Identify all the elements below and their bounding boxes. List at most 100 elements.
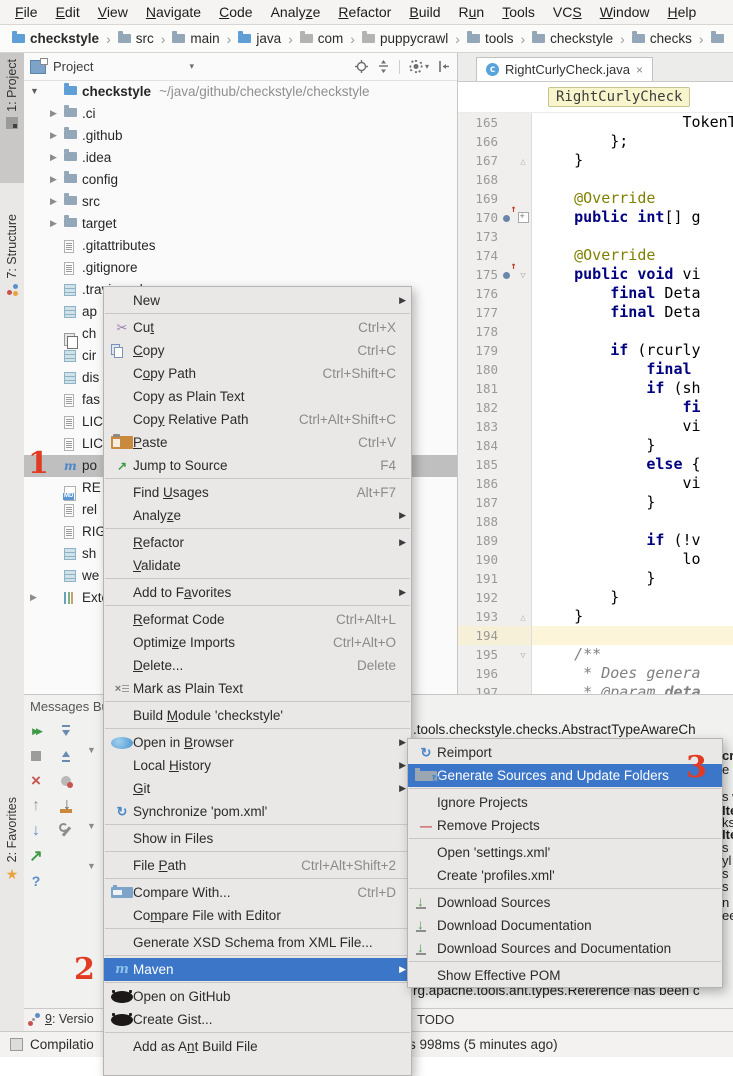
gutter[interactable]: 184 (458, 436, 532, 455)
chevron-collapsed-icon[interactable]: ▶ (50, 152, 57, 163)
gutter[interactable]: 166 (458, 132, 532, 151)
tree-item-gitignore[interactable]: .gitignore (24, 257, 457, 279)
breadcrumb-item-checkstyle[interactable]: checkstyle (532, 31, 632, 47)
tool-tab-structure[interactable]: 7: Structure (0, 208, 24, 350)
menubar-item-edit[interactable]: Edit (47, 4, 89, 20)
rerun-icon[interactable] (28, 723, 44, 739)
collapse-all-icon[interactable] (58, 748, 74, 764)
wrench-icon[interactable] (58, 823, 74, 839)
context-menu-item-optimize-imports[interactable]: Optimize ImportsCtrl+Alt+O (104, 631, 411, 654)
tree-item-src[interactable]: ▶src (24, 191, 457, 213)
context-menu-item-analyze[interactable]: Analyze (104, 504, 411, 527)
chevron-collapsed-icon[interactable]: ▶ (50, 174, 57, 185)
chevron-collapsed-icon[interactable]: ▶ (50, 108, 57, 119)
gutter[interactable]: 197 (458, 683, 532, 694)
tree-item-config[interactable]: ▶config (24, 169, 457, 191)
gutter[interactable]: 165 (458, 113, 532, 132)
gutter[interactable]: 191 (458, 569, 532, 588)
gutter[interactable]: 176 (458, 284, 532, 303)
context-menu-item-compare-file-with-editor[interactable]: Compare File with Editor (104, 904, 411, 927)
breadcrumb-item-puppycrawl[interactable]: puppycrawl (362, 31, 467, 47)
breadcrumb-item-java[interactable]: java (238, 31, 299, 47)
context-menu-item-new[interactable]: New (104, 289, 411, 312)
breadcrumb-item-com[interactable]: com (300, 31, 362, 47)
maven-submenu-item-open-settings-xml[interactable]: Open 'settings.xml' (408, 841, 722, 864)
breadcrumb-item-checkstyle[interactable]: checkstyle (12, 31, 118, 47)
close-icon[interactable] (636, 64, 643, 76)
gutter[interactable]: 187 (458, 493, 532, 512)
context-menu-item-generate-xsd-schema-from-xml-file[interactable]: Generate XSD Schema from XML File... (104, 931, 411, 954)
close-icon[interactable] (28, 773, 44, 789)
down-arrow-icon[interactable] (28, 823, 44, 839)
fold-plus-icon[interactable] (516, 208, 530, 227)
context-menu-item-local-history[interactable]: Local History (104, 754, 411, 777)
context-menu-item-mark-as-plain-text[interactable]: Mark as Plain Text (104, 677, 411, 700)
gutter[interactable]: 196 (458, 664, 532, 683)
chevron-expanded-icon[interactable]: ▼ (30, 86, 39, 96)
tree-item-target[interactable]: ▶target (24, 213, 457, 235)
gutter[interactable]: 174 (458, 246, 532, 265)
context-menu-item-compare-with[interactable]: Compare With...Ctrl+D (104, 881, 411, 904)
breadcrumb-item-tools[interactable]: tools (467, 31, 532, 47)
gutter[interactable]: 190 (458, 550, 532, 569)
context-menu-item-file-path[interactable]: File PathCtrl+Alt+Shift+2 (104, 854, 411, 877)
override-marker-icon[interactable] (498, 265, 516, 284)
fold-down-icon[interactable] (516, 264, 530, 286)
context-menu-item-show-in-files[interactable]: Show in Files (104, 827, 411, 850)
tree-expander-icon[interactable]: ▼ (87, 821, 96, 831)
maven-submenu-item-reimport[interactable]: Reimport (408, 741, 722, 764)
context-menu-item-git[interactable]: Git (104, 777, 411, 800)
context-menu-item-refactor[interactable]: Refactor (104, 531, 411, 554)
chevron-down-icon[interactable]: ▾ (189, 61, 194, 72)
menubar-item-file[interactable]: File (6, 4, 47, 20)
context-menu-item-build-module-checkstyle[interactable]: Build Module 'checkstyle' (104, 704, 411, 727)
menubar-item-analyze[interactable]: Analyze (262, 4, 330, 20)
tool-tab-project[interactable]: 1: Project (0, 53, 24, 183)
gutter[interactable]: 178 (458, 322, 532, 341)
context-menu-item-copy-relative-path[interactable]: Copy Relative PathCtrl+Alt+Shift+C (104, 408, 411, 431)
gutter[interactable]: 192 (458, 588, 532, 607)
maven-submenu-item-generate-sources-and-update-folders[interactable]: Generate Sources and Update Folders (408, 764, 722, 787)
breadcrumb-item-checks[interactable]: checks (632, 31, 711, 47)
stop-icon[interactable] (31, 751, 41, 761)
fold-up-icon[interactable] (516, 606, 530, 628)
context-menu-item-delete[interactable]: Delete...Delete (104, 654, 411, 677)
context-menu-item-add-to-favorites[interactable]: Add to Favorites (104, 581, 411, 604)
tree-item-idea[interactable]: ▶.idea (24, 147, 457, 169)
chevron-collapsed-icon[interactable]: ▶ (50, 130, 57, 141)
fold-down-icon[interactable] (516, 644, 530, 666)
context-menu-item-validate[interactable]: Validate (104, 554, 411, 577)
context-menu-item-create-gist[interactable]: Create Gist... (104, 1008, 411, 1031)
gutter[interactable]: 186 (458, 474, 532, 493)
maven-submenu-item-download-documentation[interactable]: Download Documentation (408, 914, 722, 937)
gutter[interactable]: 169 (458, 189, 532, 208)
code-area[interactable]: 165 TokenT166 };167 }168169 @Override170… (458, 113, 733, 694)
context-menu-item-synchronize-pom-xml[interactable]: Synchronize 'pom.xml' (104, 800, 411, 823)
fold-up-icon[interactable] (516, 150, 530, 172)
context-menu-item-maven[interactable]: Maven (104, 958, 411, 981)
chevron-collapsed-icon[interactable]: ▶ (50, 218, 57, 229)
locate-icon[interactable] (355, 60, 368, 73)
gutter[interactable]: 194 (458, 626, 532, 645)
tree-expander-icon[interactable]: ▼ (87, 861, 96, 871)
gutter[interactable]: 168 (458, 170, 532, 189)
context-menu-item-copy[interactable]: CopyCtrl+C (104, 339, 411, 362)
hide-panel-icon[interactable] (438, 60, 451, 73)
gutter[interactable]: 181 (458, 379, 532, 398)
maven-submenu-item-create-profiles-xml[interactable]: Create 'profiles.xml' (408, 864, 722, 887)
help-icon[interactable] (28, 873, 44, 889)
maven-submenu-item-download-sources[interactable]: Download Sources (408, 891, 722, 914)
gutter[interactable]: 185 (458, 455, 532, 474)
context-menu-item-cut[interactable]: CutCtrl+X (104, 316, 411, 339)
export-icon[interactable] (28, 848, 44, 864)
menubar-item-code[interactable]: Code (210, 4, 261, 20)
project-panel-title[interactable]: Project (53, 59, 93, 74)
context-menu-item-copy-path[interactable]: Copy PathCtrl+Shift+C (104, 362, 411, 385)
editor-breadcrumb-chip[interactable]: RightCurlyCheck (548, 87, 690, 107)
import-icon[interactable] (58, 798, 74, 814)
maven-submenu-item-show-effective-pom[interactable]: Show Effective POM (408, 964, 722, 987)
tool-tab-todo[interactable]: TODO (417, 1012, 454, 1027)
gutter[interactable]: 170 (458, 208, 532, 227)
menubar-item-view[interactable]: View (89, 4, 137, 20)
expand-all-icon[interactable] (58, 723, 74, 739)
